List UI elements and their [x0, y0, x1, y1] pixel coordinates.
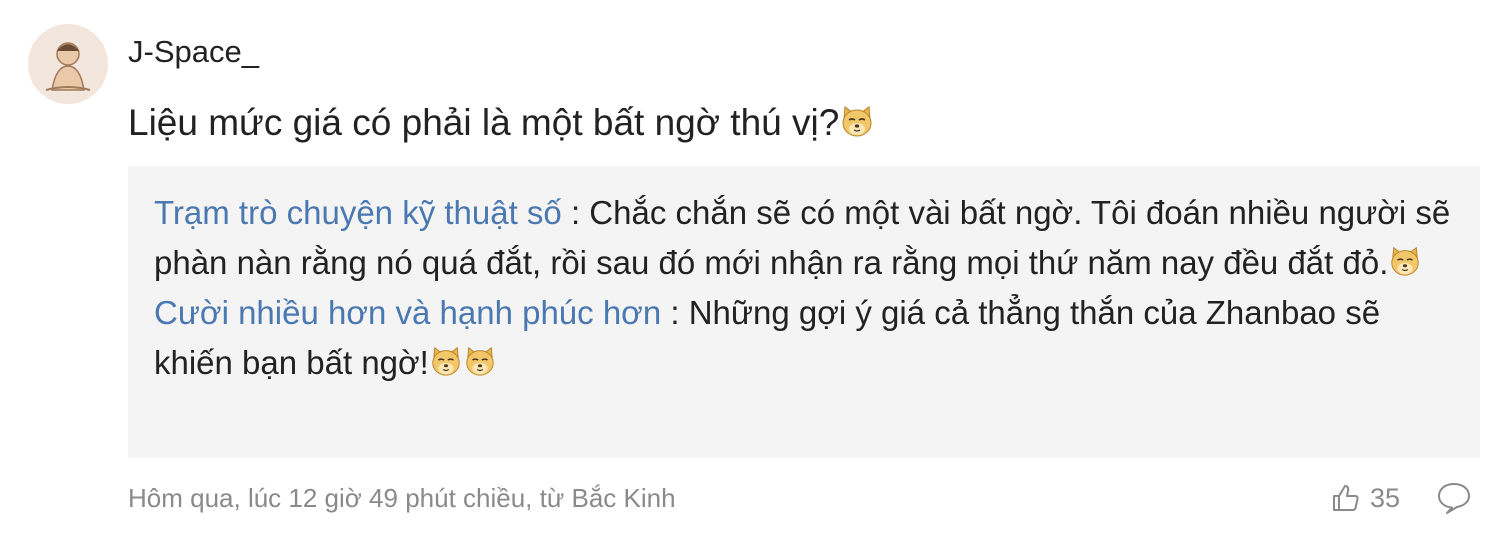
reply-item: Cười nhiều hơn và hạnh phúc hơn : Những …: [154, 288, 1454, 388]
doge-emoji-icon: [1388, 244, 1422, 278]
reply-item: Trạm trò chuyện kỹ thuật số : Chắc chắn …: [154, 188, 1454, 288]
comment-body: Liệu mức giá có phải là một bất ngờ thú …: [128, 98, 875, 148]
user-avatar-image: [28, 24, 108, 104]
comment-username[interactable]: J-Space_: [128, 32, 259, 72]
comment-meta: Hôm qua, lúc 12 giờ 49 phút chiều, từ Bắ…: [128, 483, 676, 513]
reply-button[interactable]: [1436, 481, 1472, 515]
like-count: 35: [1370, 482, 1401, 513]
like-button[interactable]: 35: [1330, 480, 1400, 516]
doge-emoji-icon: [839, 103, 875, 139]
comment-text: Liệu mức giá có phải là một bất ngờ thú …: [128, 102, 840, 143]
comment-bubble-icon: [1438, 483, 1470, 514]
thumbs-up-icon: [1333, 485, 1359, 511]
reply-username[interactable]: Trạm trò chuyện kỹ thuật số: [154, 194, 562, 231]
doge-emoji-icon: [463, 344, 497, 378]
reply-username[interactable]: Cười nhiều hơn và hạnh phúc hơn: [154, 294, 661, 331]
avatar[interactable]: [28, 24, 108, 104]
doge-emoji-icon: [429, 344, 463, 378]
replies-panel: Trạm trò chuyện kỹ thuật số : Chắc chắn …: [128, 166, 1480, 458]
reply-separator: :: [661, 294, 689, 331]
reply-separator: :: [561, 194, 590, 231]
